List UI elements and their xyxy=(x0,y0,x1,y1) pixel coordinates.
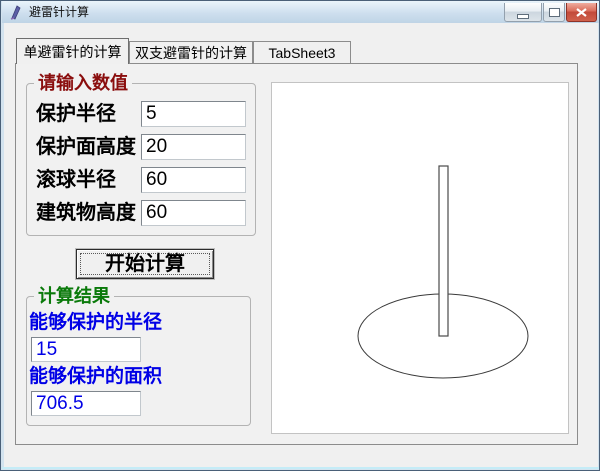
protection-plane-height-input[interactable] xyxy=(141,134,246,160)
window-bottom-accent xyxy=(2,467,599,469)
start-calculation-button[interactable]: 开始计算 xyxy=(76,249,214,279)
tab-tabsheet3[interactable]: TabSheet3 xyxy=(253,41,351,64)
tab-double-rod-calculation[interactable]: 双支避雷针的计算 xyxy=(129,41,253,64)
minimize-icon xyxy=(517,13,529,19)
protectable-area-output[interactable] xyxy=(31,391,141,416)
minimize-button[interactable] xyxy=(504,3,542,22)
lightning-rod xyxy=(438,165,449,337)
protection-radius-label: 保护半径 xyxy=(36,103,116,125)
protection-plane-height-label: 保护面高度 xyxy=(36,136,136,158)
protection-diagram xyxy=(357,165,529,379)
tab-single-rod-calculation[interactable]: 单避雷针的计算 xyxy=(16,38,129,64)
protection-radius-input[interactable] xyxy=(141,101,246,127)
diagram-canvas xyxy=(271,82,569,434)
rolling-sphere-radius-label: 滚球半径 xyxy=(36,169,116,191)
building-height-input[interactable] xyxy=(141,200,246,226)
app-window: 避雷针计算 单避雷针的计算 双支避雷针的计算 TabSheet3 请输入数值 保… xyxy=(0,0,600,471)
window-title: 避雷针计算 xyxy=(29,5,90,19)
maximize-icon xyxy=(548,7,560,17)
result-group-title: 计算结果 xyxy=(34,286,114,307)
maximize-button[interactable] xyxy=(543,3,565,22)
title-bar[interactable]: 避雷针计算 xyxy=(2,1,599,23)
building-height-label: 建筑物高度 xyxy=(36,202,136,224)
close-button[interactable] xyxy=(566,3,597,22)
app-icon xyxy=(10,5,21,20)
close-icon xyxy=(576,7,587,17)
input-group-title: 请输入数值 xyxy=(34,73,132,94)
protectable-area-label: 能够保护的面积 xyxy=(29,366,163,387)
rolling-sphere-radius-input[interactable] xyxy=(141,167,246,193)
protectable-radius-output[interactable] xyxy=(31,337,141,362)
protectable-radius-label: 能够保护的半径 xyxy=(29,312,163,333)
